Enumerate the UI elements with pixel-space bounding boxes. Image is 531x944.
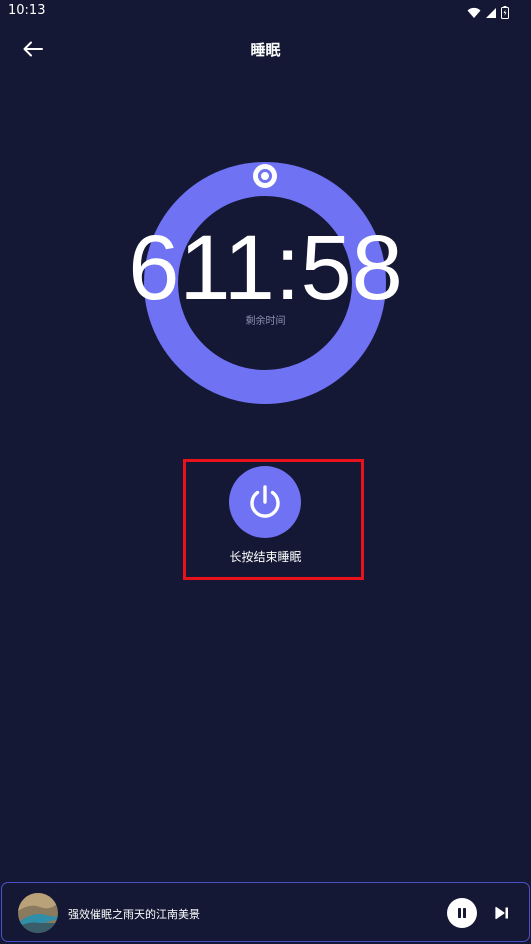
status-bar: 10:13 — [0, 0, 531, 22]
page-title: 睡眠 — [250, 41, 281, 59]
timer-caption: 剩余时间 — [245, 316, 286, 327]
track-title[interactable]: 强效催眠之雨天的江南美景 — [68, 906, 200, 922]
end-sleep-label: 长按结束睡眠 — [229, 550, 302, 564]
timer-knob — [253, 164, 277, 188]
pause-button[interactable] — [447, 898, 477, 928]
timer-value: 611:58 — [128, 217, 403, 319]
mini-player[interactable]: 强效催眠之雨天的江南美景 — [1, 882, 530, 942]
pause-icon — [458, 908, 466, 918]
signal-icon — [485, 4, 497, 23]
status-time: 10:13 — [8, 3, 46, 18]
status-icons — [467, 4, 509, 23]
next-button[interactable] — [491, 902, 513, 924]
power-icon — [250, 485, 280, 518]
skip-next-icon — [495, 906, 508, 920]
wifi-icon — [467, 4, 481, 23]
sleep-screen: 10:13 睡眠 611:58 剩余时间 长按结束睡眠 强效催眠之雨天的江南美景 — [0, 0, 531, 944]
battery-icon — [501, 4, 509, 23]
album-art[interactable] — [18, 893, 58, 933]
end-sleep-button[interactable] — [229, 466, 301, 538]
